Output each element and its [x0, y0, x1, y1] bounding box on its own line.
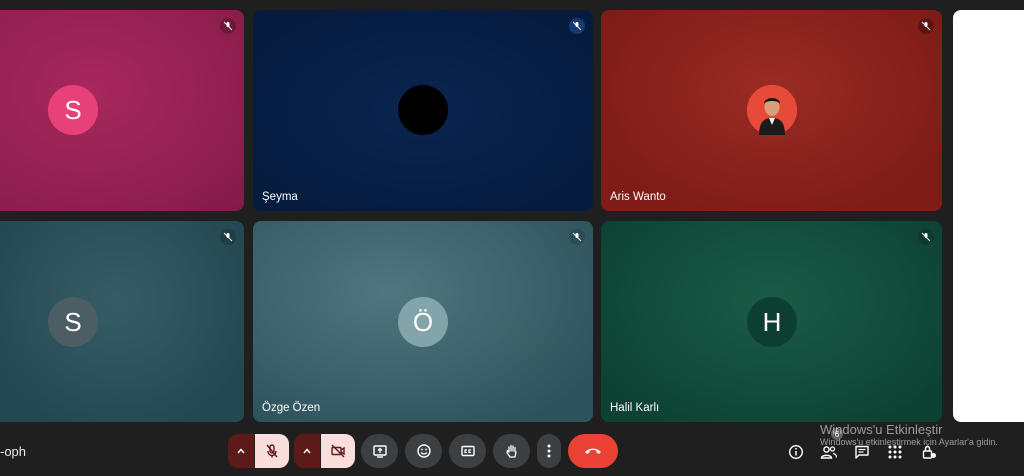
end-call-icon [585, 448, 601, 454]
avatar: S [48, 297, 98, 347]
mic-muted-icon [569, 229, 585, 245]
participant-tile-s1[interactable]: S [0, 10, 244, 211]
avatar [398, 85, 448, 135]
end-call-button[interactable] [568, 434, 618, 468]
emoji-icon [416, 444, 431, 458]
mic-muted-icon [220, 18, 236, 34]
captions-icon [460, 445, 475, 457]
hand-icon [505, 444, 517, 458]
raise-hand-button[interactable] [493, 434, 530, 468]
participant-name: Aris Wanto [610, 191, 666, 203]
apps-grid-icon [888, 445, 902, 459]
camera-toggle-button[interactable] [321, 434, 355, 468]
watermark-subtitle: Windows'u etkinleştirmek için Ayarlar'a … [820, 437, 998, 447]
participant-name: Özge Özen [262, 402, 321, 414]
avatar [747, 85, 797, 135]
chevron-up-icon [237, 448, 245, 454]
side-panel [953, 10, 1024, 422]
participant-name: Şeyma [262, 191, 298, 203]
participant-tile-ozge-ozen[interactable]: Ö Özge Özen [253, 221, 593, 422]
avatar: H [747, 297, 797, 347]
mic-off-icon [266, 444, 278, 458]
meeting-details-button[interactable] [785, 441, 807, 463]
participant-tile-aris-wanto[interactable]: Aris Wanto [601, 10, 942, 211]
meeting-code: -oph [0, 444, 27, 459]
watermark-title: Windows'u Etkinleştir [820, 422, 943, 437]
present-screen-button[interactable] [361, 434, 398, 468]
video-options-button[interactable] [294, 434, 320, 468]
reactions-button[interactable] [405, 434, 442, 468]
captions-button[interactable] [449, 434, 486, 468]
participant-name: Halil Karlı [610, 402, 660, 414]
microphone-toggle-button[interactable] [255, 434, 289, 468]
camera-off-icon [331, 444, 345, 458]
mic-muted-icon [220, 229, 236, 245]
participant-tile-seyma[interactable]: Şeyma [253, 10, 593, 211]
chevron-up-icon [303, 448, 311, 454]
windows-activation-watermark: Windows'u Etkinleştir Windows'u etkinleş… [820, 422, 1024, 447]
avatar: S [48, 85, 98, 135]
more-options-button[interactable] [537, 434, 561, 468]
control-bar: -oph 6 Windows'u Etkinleştir Windows'u e… [0, 422, 1024, 476]
present-screen-icon [372, 445, 387, 458]
mic-muted-icon [918, 18, 934, 34]
avatar: Ö [398, 297, 448, 347]
mic-muted-icon [569, 18, 585, 34]
person-photo-icon [747, 85, 797, 135]
mic-muted-icon [918, 229, 934, 245]
info-icon [788, 444, 804, 460]
participant-tile-s2[interactable]: S [0, 221, 244, 422]
participant-tile-halil-karli[interactable]: H Halil Karlı [601, 221, 942, 422]
audio-options-button[interactable] [228, 434, 254, 468]
more-vert-icon [547, 444, 551, 458]
